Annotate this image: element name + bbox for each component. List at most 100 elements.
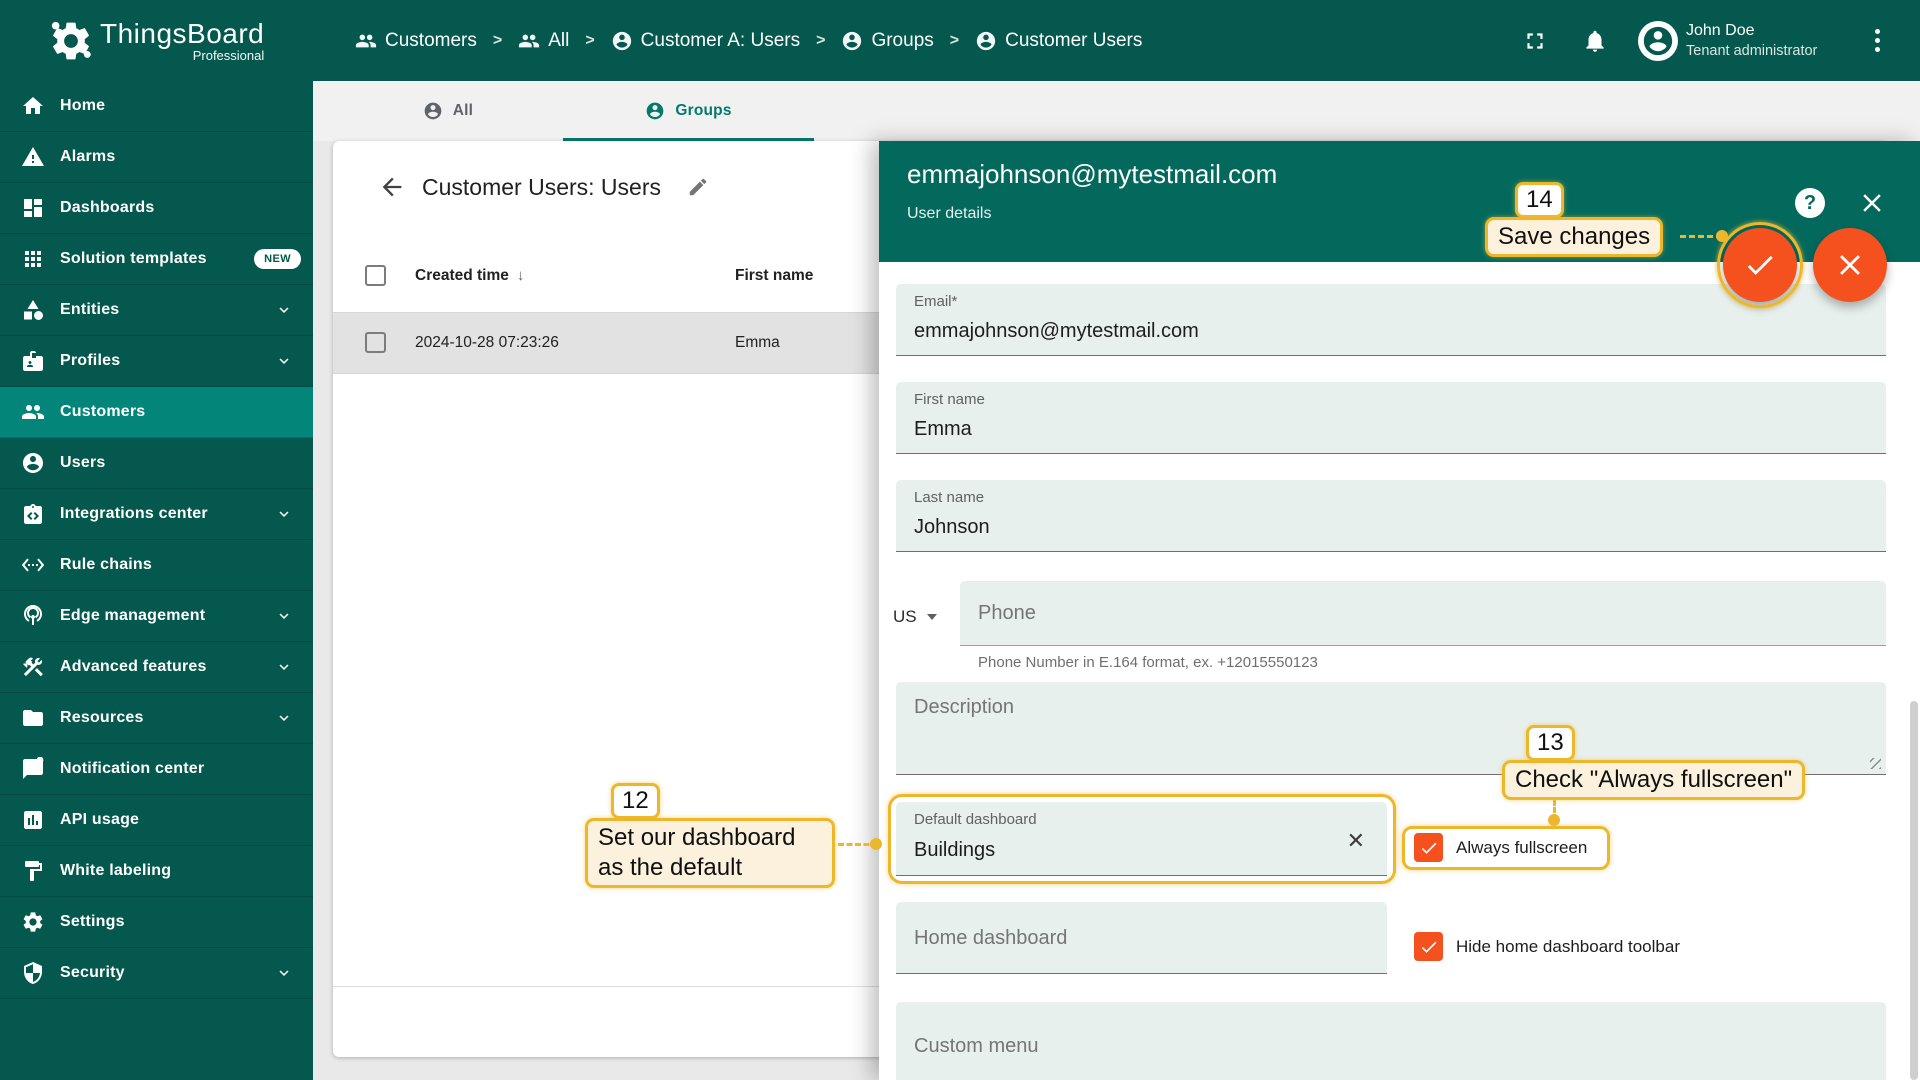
sidebar-item-settings[interactable]: Settings xyxy=(0,897,313,948)
breadcrumb-separator: > xyxy=(492,31,503,49)
settings-ethernet-icon xyxy=(21,553,45,577)
chevron-down-icon xyxy=(275,964,293,982)
sidebar-item-rule-chains[interactable]: Rule chains xyxy=(0,540,313,591)
annotation-13-label: Check "Always fullscreen" xyxy=(1502,760,1806,800)
sidebar: ThingsBoard Professional Home Alarms Das… xyxy=(0,0,313,1080)
always-fullscreen-checkbox[interactable]: Always fullscreen xyxy=(1414,833,1587,862)
user-menu[interactable]: John Doe Tenant administrator xyxy=(1686,22,1820,59)
first-name-input[interactable] xyxy=(914,415,1868,443)
default-dashboard-label: Default dashboard xyxy=(914,811,1037,828)
phone-field[interactable] xyxy=(960,581,1886,646)
close-icon[interactable] xyxy=(1857,188,1887,218)
thingsboard-logo[interactable]: ThingsBoard Professional xyxy=(0,0,313,81)
edit-pencil-icon[interactable] xyxy=(687,176,709,198)
email-label: Email* xyxy=(914,293,958,310)
custom-menu-input[interactable] xyxy=(914,1032,1868,1060)
tab-all[interactable]: All xyxy=(333,81,563,141)
sidebar-item-entities[interactable]: Entities xyxy=(0,285,313,336)
badge-icon xyxy=(21,349,45,373)
gear-icon xyxy=(21,910,45,934)
annotation-14-dot xyxy=(1716,230,1728,242)
user-role: Tenant administrator xyxy=(1686,43,1818,59)
cell-first-name: Emma xyxy=(735,334,780,351)
people-icon xyxy=(518,30,540,52)
shield-icon xyxy=(21,961,45,985)
annotation-12-dot xyxy=(870,838,882,850)
email-input[interactable] xyxy=(914,317,1868,345)
phone-input[interactable] xyxy=(978,599,1868,627)
breadcrumb-customer-users[interactable]: Customer Users xyxy=(975,30,1142,52)
clear-icon[interactable]: ✕ xyxy=(1347,828,1365,854)
home-dashboard-input[interactable] xyxy=(914,924,1369,952)
chevron-down-icon xyxy=(275,352,293,370)
breadcrumb: Customers > All > Customer A: Users > Gr… xyxy=(355,30,1142,52)
sidebar-item-customers[interactable]: Customers xyxy=(0,387,313,438)
sidebar-item-dashboards[interactable]: Dashboards xyxy=(0,183,313,234)
scrollbar-thumb[interactable] xyxy=(1910,701,1918,1080)
help-icon[interactable]: ? xyxy=(1795,188,1825,218)
sidebar-item-solution-templates[interactable]: Solution templates NEW xyxy=(0,234,313,285)
app-name: ThingsBoard xyxy=(100,18,265,49)
chevron-down-icon xyxy=(275,301,293,319)
sidebar-item-home[interactable]: Home xyxy=(0,81,313,132)
sidebar-item-users[interactable]: Users xyxy=(0,438,313,489)
notifications-bell-icon[interactable] xyxy=(1582,28,1608,54)
sidebar-item-integrations-center[interactable]: Integrations center xyxy=(0,489,313,540)
chevron-down-icon xyxy=(275,709,293,727)
last-name-field[interactable]: Last name xyxy=(896,480,1886,552)
kebab-menu-icon[interactable] xyxy=(1875,29,1880,52)
new-badge: NEW xyxy=(254,249,301,269)
select-all-checkbox[interactable] xyxy=(365,264,386,286)
default-dashboard-input[interactable] xyxy=(914,836,1327,864)
user-name: John Doe xyxy=(1686,22,1755,39)
home-icon xyxy=(21,94,45,118)
column-first-name[interactable]: First name xyxy=(735,267,813,285)
sidebar-item-white-labeling[interactable]: White labeling xyxy=(0,846,313,897)
description-textarea[interactable] xyxy=(914,696,1868,760)
breadcrumb-separator: > xyxy=(949,31,960,49)
breadcrumb-groups[interactable]: Groups xyxy=(841,30,934,52)
column-created-time[interactable]: Created time ↓ xyxy=(415,267,524,285)
breadcrumb-customer-a-users[interactable]: Customer A: Users xyxy=(611,30,800,52)
sidebar-item-api-usage[interactable]: API usage xyxy=(0,795,313,846)
account-circle-icon xyxy=(645,101,665,121)
thingsboard-app: ThingsBoard Professional Home Alarms Das… xyxy=(0,0,1920,1080)
custom-menu-field[interactable] xyxy=(896,1002,1886,1080)
annotation-14-label: Save changes xyxy=(1485,217,1664,257)
phone-country-select[interactable]: US xyxy=(893,601,953,633)
checkbox-checked-icon[interactable] xyxy=(1414,932,1443,961)
sidebar-item-alarms[interactable]: Alarms xyxy=(0,132,313,183)
sort-desc-icon: ↓ xyxy=(516,266,525,284)
breadcrumb-customers[interactable]: Customers xyxy=(355,30,477,52)
sidebar-item-edge-management[interactable]: Edge management xyxy=(0,591,313,642)
home-dashboard-field[interactable] xyxy=(896,902,1387,974)
sidebar-item-security[interactable]: Security xyxy=(0,948,313,999)
apps-icon xyxy=(21,247,45,271)
save-changes-button[interactable] xyxy=(1723,228,1797,302)
sidebar-item-resources[interactable]: Resources xyxy=(0,693,313,744)
sidebar-item-profiles[interactable]: Profiles xyxy=(0,336,313,387)
chevron-down-icon xyxy=(275,607,293,625)
thingsboard-logo-icon xyxy=(48,18,94,64)
last-name-input[interactable] xyxy=(914,513,1868,541)
insert-chart-icon xyxy=(21,808,45,832)
checkbox-checked-icon[interactable] xyxy=(1414,833,1443,862)
breadcrumb-all[interactable]: All xyxy=(518,30,569,52)
default-dashboard-field[interactable]: Default dashboard ✕ xyxy=(896,802,1387,876)
hide-home-toolbar-checkbox[interactable]: Hide home dashboard toolbar xyxy=(1414,932,1680,961)
fullscreen-icon[interactable] xyxy=(1522,28,1548,54)
cancel-changes-button[interactable] xyxy=(1813,228,1887,302)
chevron-down-icon xyxy=(275,505,293,523)
first-name-field[interactable]: First name xyxy=(896,382,1886,454)
people-icon xyxy=(355,30,377,52)
back-arrow-icon[interactable] xyxy=(378,173,406,201)
resize-handle[interactable] xyxy=(1870,758,1881,769)
account-circle-icon xyxy=(841,30,863,52)
sidebar-item-notification-center[interactable]: Notification center xyxy=(0,744,313,795)
tab-groups[interactable]: Groups xyxy=(563,81,814,141)
sidebar-item-advanced-features[interactable]: Advanced features xyxy=(0,642,313,693)
row-checkbox[interactable] xyxy=(365,332,386,353)
avatar[interactable] xyxy=(1638,20,1678,61)
warning-icon xyxy=(21,145,45,169)
panel-subtitle: User details xyxy=(907,205,992,222)
